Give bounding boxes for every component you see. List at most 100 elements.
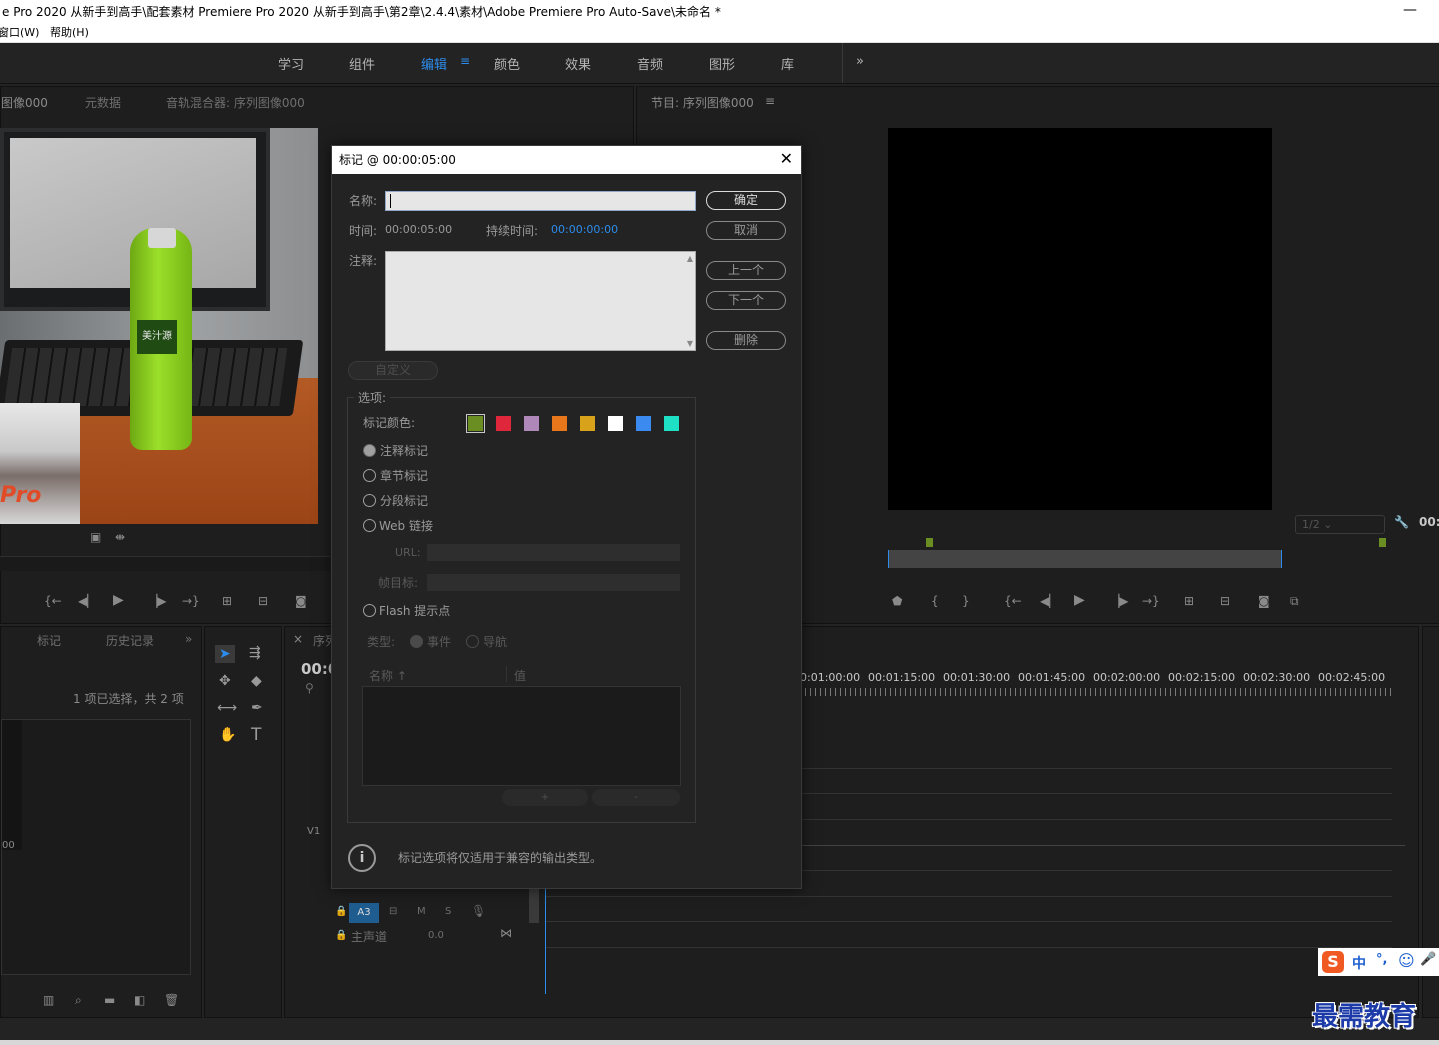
source-film-icon[interactable]: ▣ <box>90 530 101 544</box>
emoji-icon[interactable]: ☺ <box>1398 951 1415 970</box>
program-menu-icon[interactable]: ≡ <box>765 94 775 108</box>
next-button[interactable]: 下一个 <box>706 291 786 310</box>
radio-type-event[interactable] <box>410 635 423 648</box>
radio-comment-marker[interactable] <box>363 444 376 457</box>
timeline-playhead[interactable] <box>545 877 546 994</box>
column-value-header[interactable]: 值 <box>514 667 526 684</box>
razor-tool-icon[interactable]: ◆ <box>251 673 262 689</box>
duration-value[interactable]: 00:00:00:00 <box>551 223 618 236</box>
menu-item-window[interactable]: 窗口(W) <box>0 24 39 42</box>
timeline-close-icon[interactable]: × <box>293 632 303 646</box>
ripple-edit-tool-icon[interactable]: ✥ <box>219 673 231 689</box>
ruler-ticks[interactable] <box>800 688 1392 696</box>
source-time-ruler[interactable] <box>0 556 330 571</box>
master-lock-icon[interactable]: 🔒 <box>335 930 347 941</box>
radio-segmentation-marker[interactable] <box>363 494 376 507</box>
microphone-icon[interactable]: 🎤 <box>1420 952 1436 967</box>
trash-icon[interactable]: 🗑 <box>164 993 179 1007</box>
radio-web-link[interactable] <box>363 519 376 532</box>
close-icon[interactable]: ✕ <box>780 145 793 173</box>
url-field[interactable] <box>427 544 680 561</box>
source-step-back-icon[interactable]: ◀▏ <box>78 594 96 608</box>
program-extract-icon[interactable]: ⊟ <box>1220 594 1230 608</box>
snap-icon[interactable]: ⚲ <box>305 681 314 695</box>
color-swatch-orange[interactable] <box>552 416 567 431</box>
program-add-marker-icon[interactable]: ⬟ <box>892 594 902 608</box>
tab-history[interactable]: 历史记录 <box>106 632 154 649</box>
a3-lock-icon[interactable]: 🔒 <box>335 906 347 917</box>
track-a3-toggle[interactable]: A3 <box>349 903 379 923</box>
delete-button[interactable]: 删除 <box>706 331 786 350</box>
source-step-forward-icon[interactable]: ▕▶ <box>148 594 166 608</box>
scroll-down-icon[interactable]: ▼ <box>687 339 693 348</box>
ime-language[interactable]: 中 <box>1352 953 1366 973</box>
color-swatch-blue[interactable] <box>636 416 651 431</box>
slip-tool-icon[interactable]: ⟷ <box>217 700 237 716</box>
pen-tool-icon[interactable]: ✒ <box>251 700 263 716</box>
frame-target-field[interactable] <box>427 574 680 591</box>
source-overwrite-icon[interactable]: ⊟ <box>258 594 268 608</box>
program-play-icon[interactable]: ▶ <box>1074 592 1085 608</box>
add-cue-button[interactable]: + <box>502 789 588 806</box>
project-more-icon[interactable]: » <box>185 632 192 646</box>
track-select-tool-icon[interactable]: ⇶ <box>249 645 261 661</box>
list-view-icon[interactable]: ▥ <box>43 993 54 1007</box>
program-step-back-icon[interactable]: ◀▏ <box>1040 594 1058 608</box>
a3-solo[interactable]: S <box>445 906 451 917</box>
program-marker-end[interactable] <box>1379 538 1386 547</box>
radio-type-navigation[interactable] <box>466 635 479 648</box>
tab-markers[interactable]: 标记 <box>37 632 61 649</box>
column-name-header[interactable]: 名称 ↑ <box>369 667 407 684</box>
name-input[interactable] <box>385 191 696 211</box>
scroll-up-icon[interactable]: ▲ <box>687 254 693 263</box>
comment-textarea[interactable]: ▲ ▼ <box>385 251 696 351</box>
color-swatch-white[interactable] <box>608 416 623 431</box>
cancel-button[interactable]: 取消 <box>706 221 786 240</box>
radio-flash-cue[interactable] <box>363 604 376 617</box>
color-swatch-red[interactable] <box>496 416 511 431</box>
color-swatch-purple[interactable] <box>524 416 539 431</box>
workspace-tab-learn[interactable]: 学习 <box>278 54 304 73</box>
program-lift-icon[interactable]: ⊞ <box>1184 594 1194 608</box>
program-step-forward-icon[interactable]: ▕▶ <box>1110 594 1128 608</box>
source-camera-icon[interactable]: ◙ <box>295 594 307 608</box>
source-mark-out-icon[interactable]: →} <box>182 594 200 608</box>
hand-tool-icon[interactable]: ✋ <box>219 727 236 743</box>
workspace-tab-libraries[interactable]: 库 <box>781 54 794 73</box>
program-zoom-select[interactable]: 1/2 ⌄ <box>1295 515 1385 534</box>
selection-tool-icon[interactable]: ➤ <box>215 645 235 663</box>
remove-cue-button[interactable]: - <box>592 789 680 806</box>
radio-chapter-marker[interactable] <box>363 469 376 482</box>
source-insert-icon[interactable]: ⊞ <box>222 594 232 608</box>
a3-sync-icon[interactable]: ⊟ <box>389 906 397 917</box>
workspace-tab-effects[interactable]: 效果 <box>565 54 591 73</box>
project-item-list[interactable]: 00 <box>1 719 191 975</box>
cue-point-table[interactable] <box>362 686 681 786</box>
type-tool-icon[interactable]: T <box>251 725 261 745</box>
workspace-tab-audio[interactable]: 音频 <box>637 54 663 73</box>
tab-audio-mixer[interactable]: 音轨混合器: 序列图像000 <box>166 94 305 111</box>
workspace-more-icon[interactable]: » <box>856 54 864 69</box>
new-bin-icon[interactable]: ▬ <box>104 993 115 1007</box>
tab-source[interactable]: 图像000 <box>1 94 48 111</box>
source-mark-in-icon[interactable]: {← <box>44 594 62 608</box>
ok-button[interactable]: 确定 <box>706 191 786 210</box>
tab-program[interactable]: 节目: 序列图像000 <box>651 94 754 111</box>
previous-button[interactable]: 上一个 <box>706 261 786 280</box>
new-item-icon[interactable]: ◧ <box>134 993 145 1007</box>
wrench-icon[interactable]: 🔧 <box>1394 515 1409 529</box>
workspace-menu-icon[interactable]: ≡ <box>460 54 470 68</box>
a3-mute[interactable]: M <box>417 906 426 917</box>
color-swatch-teal[interactable] <box>664 416 679 431</box>
search-icon[interactable]: ⌕ <box>75 993 82 1008</box>
source-drag-icon[interactable]: ⇼ <box>115 530 125 544</box>
workspace-tab-assembly[interactable]: 组件 <box>349 54 375 73</box>
program-go-in-icon[interactable]: {← <box>1004 594 1022 608</box>
tab-metadata[interactable]: 元数据 <box>85 94 121 111</box>
time-value[interactable]: 00:00:05:00 <box>385 223 452 236</box>
program-compare-icon[interactable]: ⧉ <box>1290 594 1299 609</box>
workspace-tab-graphics[interactable]: 图形 <box>709 54 735 73</box>
project-thumbnail[interactable] <box>2 720 22 850</box>
program-mark-in-icon[interactable]: { <box>931 594 939 608</box>
a3-mic-icon[interactable]: 🎙 <box>471 904 486 918</box>
